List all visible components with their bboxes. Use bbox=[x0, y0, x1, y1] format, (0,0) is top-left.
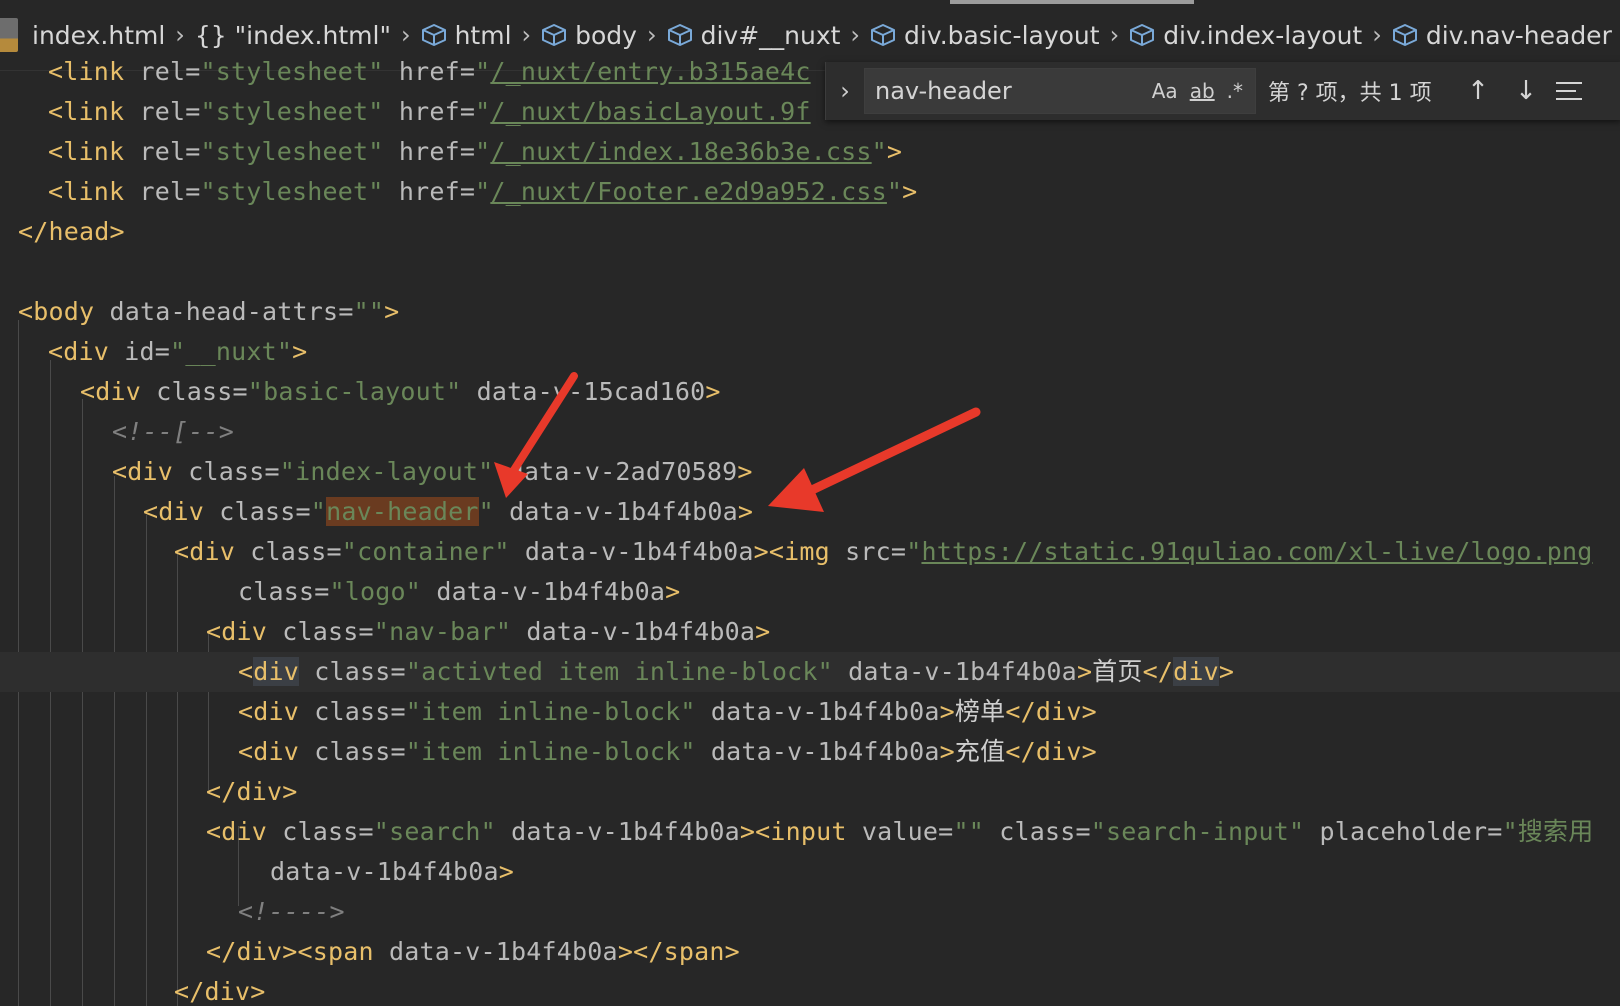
match-case-icon[interactable]: Aa bbox=[1152, 79, 1178, 103]
code-line: <link rel="stylesheet" href="/_nuxt/basi… bbox=[48, 97, 811, 126]
code-line: <link rel="stylesheet" href="/_nuxt/Foot… bbox=[48, 177, 918, 206]
find-input[interactable] bbox=[865, 70, 1152, 112]
element-cube-icon bbox=[421, 24, 446, 46]
breadcrumb-item-basic-layout[interactable]: div.basic-layout bbox=[870, 21, 1100, 50]
search-match-highlight: nav-header bbox=[326, 497, 479, 526]
code-link[interactable]: https://static.91quliao.com/xl-live/logo… bbox=[921, 537, 1592, 566]
active-tab-indicator bbox=[950, 0, 1194, 4]
arrow-down-icon[interactable]: ↓ bbox=[1502, 76, 1550, 106]
code-line: <link rel="stylesheet" href="/_nuxt/entr… bbox=[48, 57, 811, 86]
breadcrumb-item-file[interactable]: index.html bbox=[32, 21, 165, 50]
code-link[interactable]: /_nuxt/basicLayout.9f bbox=[490, 97, 810, 126]
code-line: <!--[--> bbox=[112, 417, 235, 446]
element-cube-icon bbox=[667, 24, 692, 46]
code-line: </div><span data-v-1b4f4b0a></span> bbox=[206, 937, 740, 966]
breadcrumb-item-index-layout[interactable]: div.index-layout bbox=[1129, 21, 1362, 50]
code-line: <div class="item inline-block" data-v-1b… bbox=[238, 737, 1097, 766]
breadcrumb-item-nuxt[interactable]: div#__nuxt bbox=[667, 21, 840, 50]
whole-word-icon[interactable]: ab bbox=[1190, 79, 1215, 103]
chevron-right-icon: › bbox=[400, 21, 411, 49]
current-code-line: <div class="activted item inline-block" … bbox=[0, 652, 1620, 692]
find-input-box: Aa ab .* bbox=[864, 68, 1256, 114]
chevron-right-icon: › bbox=[850, 21, 861, 49]
code-link[interactable]: /_nuxt/Footer.e2d9a952.css bbox=[490, 177, 887, 206]
regex-icon[interactable]: .* bbox=[1227, 79, 1243, 103]
code-line: class="logo" data-v-1b4f4b0a> bbox=[238, 577, 681, 606]
breadcrumb-item-document[interactable]: {} "index.html" bbox=[195, 21, 391, 50]
code-line: <div class="nav-header" data-v-1b4f4b0a> bbox=[143, 497, 754, 526]
code-line: <div class="search" data-v-1b4f4b0a><inp… bbox=[206, 817, 1594, 846]
element-cube-icon bbox=[1392, 24, 1417, 46]
element-cube-icon bbox=[871, 24, 896, 46]
lines-icon[interactable] bbox=[1556, 82, 1596, 100]
chevron-right-icon: › bbox=[521, 21, 532, 49]
arrow-up-icon[interactable]: ↑ bbox=[1454, 76, 1502, 106]
file-icon bbox=[0, 18, 18, 52]
code-link[interactable]: /_nuxt/index.18e36b3e.css bbox=[490, 137, 871, 166]
breadcrumb-item-nav-header[interactable]: div.nav-header bbox=[1392, 21, 1612, 50]
code-line: </head> bbox=[18, 217, 125, 246]
chevron-right-icon: › bbox=[1372, 21, 1382, 49]
element-cube-icon bbox=[542, 24, 567, 46]
indent-guide bbox=[114, 476, 115, 1006]
code-line: </div> bbox=[174, 977, 266, 1006]
element-cube-icon bbox=[1130, 24, 1155, 46]
chevron-right-icon: › bbox=[175, 21, 185, 49]
code-line: <body data-head-attrs=""> bbox=[18, 297, 400, 326]
breadcrumb-item-html[interactable]: html bbox=[421, 21, 512, 50]
indent-guide bbox=[177, 554, 178, 1006]
code-line: <div class="item inline-block" data-v-1b… bbox=[238, 697, 1097, 726]
code-line: <!----> bbox=[238, 897, 345, 926]
code-line: </div> bbox=[206, 777, 298, 806]
find-result-count: 第 ? 项，共 1 项 bbox=[1268, 81, 1432, 106]
code-line: <div id="__nuxt"> bbox=[48, 337, 308, 366]
chevron-right-icon: › bbox=[1109, 21, 1120, 49]
code-line: <div class="nav-bar" data-v-1b4f4b0a> bbox=[206, 617, 771, 646]
code-editor[interactable]: <link rel="stylesheet" href="/_nuxt/entr… bbox=[0, 52, 1620, 1006]
breadcrumb-item-body[interactable]: body bbox=[541, 21, 637, 50]
code-line: <link rel="stylesheet" href="/_nuxt/inde… bbox=[48, 137, 903, 166]
find-widget: › Aa ab .* 第 ? 项，共 1 项 ↑ ↓ bbox=[825, 62, 1620, 120]
chevron-right-icon: › bbox=[646, 21, 657, 49]
code-link[interactable]: /_nuxt/entry.b315ae4c bbox=[490, 57, 810, 86]
code-line: data-v-1b4f4b0a> bbox=[270, 857, 515, 886]
indent-guide bbox=[82, 399, 83, 1006]
code-line: <div class="container" data-v-1b4f4b0a><… bbox=[174, 537, 1593, 566]
indent-guide bbox=[146, 515, 147, 1006]
chevron-right-icon[interactable]: › bbox=[826, 77, 864, 105]
code-line: <div class="basic-layout" data-v-15cad16… bbox=[80, 377, 721, 406]
code-line: <div class="index-layout" data-v-2ad7058… bbox=[112, 457, 753, 486]
